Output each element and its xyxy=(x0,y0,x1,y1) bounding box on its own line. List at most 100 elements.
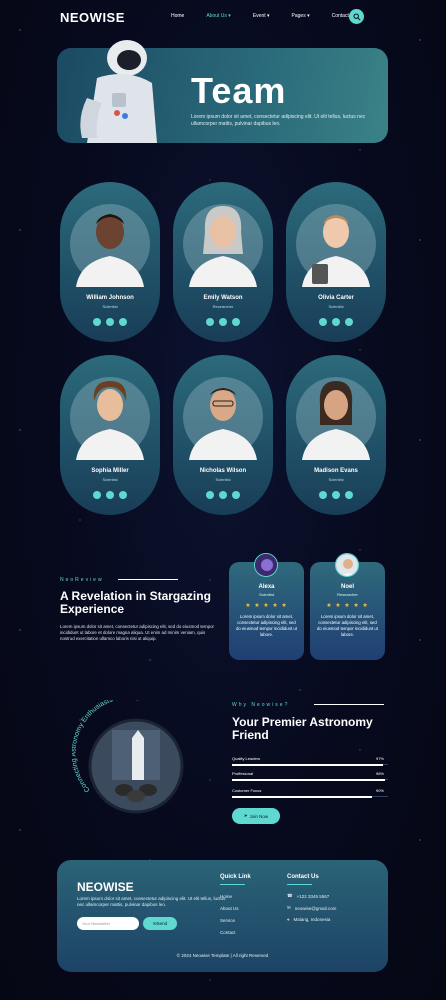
contact-location: ⌖ Malang, Indonesia xyxy=(287,917,331,922)
team-card: Nicholas Wilson Scientist xyxy=(173,355,273,515)
progress-bar xyxy=(232,763,384,766)
twitter-icon[interactable] xyxy=(332,318,340,326)
team-card: Olivia Carter Scientist xyxy=(286,182,386,342)
join-now-button[interactable]: ➤ Join Now xyxy=(232,808,280,824)
search-button[interactable] xyxy=(349,9,364,24)
progress-label: Proffesional xyxy=(232,771,254,776)
hero-description: Lorem ipsum dolor sit amet, consectetur … xyxy=(191,114,366,127)
footer-link-service[interactable]: Service xyxy=(220,918,235,923)
hero-banner: Team Lorem ipsum dolor sit amet, consect… xyxy=(57,40,388,143)
contact-phone[interactable]: ☎ +122 3345 5567 xyxy=(287,893,329,899)
social-links xyxy=(286,491,386,499)
facebook-icon[interactable] xyxy=(93,491,101,499)
newsletter-input[interactable]: Your Newsletter xyxy=(77,917,139,930)
top-navbar: NEOWISE Home About Us ▾ Event ▾ Pages ▾ … xyxy=(0,0,446,34)
footer-logo[interactable]: NEOWISE xyxy=(77,880,134,894)
quick-link-heading: Quick Link xyxy=(220,874,251,880)
why-title: Your Premier Astronomy Friend xyxy=(232,715,373,742)
facebook-icon[interactable] xyxy=(319,318,327,326)
instagram-icon[interactable] xyxy=(232,318,240,326)
join-now-label: Join Now xyxy=(249,813,269,819)
send-button[interactable]: ✉ Send xyxy=(143,917,177,930)
review-text: Lorem ipsum dolor sit amet, consectetur … xyxy=(60,624,214,641)
location-icon: ⌖ xyxy=(287,917,290,922)
instagram-icon[interactable] xyxy=(345,318,353,326)
team-photo xyxy=(70,377,150,460)
member-name: Olivia Carter xyxy=(318,295,354,301)
review-title: A Revelation in Stargazing Experience xyxy=(60,589,211,616)
page-title: Team xyxy=(191,70,287,111)
nav-item-home[interactable]: Home xyxy=(171,13,184,19)
contact-email[interactable]: ✉ neowise@gmail.com xyxy=(287,905,336,911)
nav-item-about[interactable]: About Us ▾ xyxy=(206,13,230,19)
member-name: Madison Evans xyxy=(314,468,358,474)
team-photo xyxy=(296,204,376,287)
member-name: Nicholas Wilson xyxy=(199,468,247,474)
tag-divider xyxy=(314,704,384,705)
progress-bar xyxy=(232,778,385,781)
twitter-icon[interactable] xyxy=(219,318,227,326)
member-name: William Johnson xyxy=(86,295,134,301)
facebook-icon[interactable] xyxy=(206,318,214,326)
reviewer-name: Noel xyxy=(340,584,354,590)
team-photo xyxy=(183,377,263,460)
team-photo xyxy=(70,204,150,287)
send-label: Send xyxy=(156,921,168,926)
instagram-icon[interactable] xyxy=(345,491,353,499)
mail-icon: ✉ xyxy=(287,905,291,910)
reviewer-name: Alexa xyxy=(258,584,275,590)
heading-underline xyxy=(287,884,312,885)
member-role: Scientist xyxy=(215,477,231,482)
nav-links: Home About Us ▾ Event ▾ Pages ▾ Contact … xyxy=(171,13,378,19)
facebook-icon[interactable] xyxy=(93,318,101,326)
phone-icon: ☎ xyxy=(287,893,293,898)
twitter-icon[interactable] xyxy=(106,318,114,326)
instagram-icon[interactable] xyxy=(119,491,127,499)
member-name: Sophia Miller xyxy=(91,468,129,474)
astronaut-image xyxy=(80,40,157,143)
section-tag: Why Neowise? xyxy=(232,702,290,708)
nav-item-pages[interactable]: Pages ▾ xyxy=(292,13,310,19)
footer: NEOWISE Lorem ipsum dolor sit amet, cons… xyxy=(57,860,388,972)
facebook-icon[interactable] xyxy=(206,491,214,499)
footer-link-home[interactable]: Home xyxy=(220,894,232,899)
footer-link-about[interactable]: About Us xyxy=(220,906,239,911)
progress-value: 90% xyxy=(375,788,384,793)
instagram-icon[interactable] xyxy=(119,318,127,326)
contact-heading: Contact Us xyxy=(287,874,319,880)
section-tag: NeoReview xyxy=(60,577,104,583)
twitter-icon[interactable] xyxy=(332,491,340,499)
social-links xyxy=(60,318,160,326)
reviewer-role: Researcher xyxy=(337,592,358,597)
team-card: Emily Watson Researcher xyxy=(173,182,273,342)
send-icon: ➤ xyxy=(243,813,248,818)
member-role: Researcher xyxy=(212,304,234,309)
instagram-icon[interactable] xyxy=(232,491,240,499)
review-card: Noel Researcher ★ ★ ★ ★ ★ Lorem ipsum do… xyxy=(310,553,385,660)
progress-label: Customer Focus xyxy=(232,788,262,793)
brand-logo[interactable]: NEOWISE xyxy=(60,10,125,25)
team-photo xyxy=(183,204,263,287)
member-name: Emily Watson xyxy=(203,295,243,301)
progress-value: 97% xyxy=(375,756,384,761)
footer-link-contact[interactable]: Contact xyxy=(220,930,236,935)
team-card: Sophia Miller Scientist xyxy=(60,355,160,515)
team-photo xyxy=(296,377,376,460)
search-icon xyxy=(352,12,361,21)
footer-description: Lorem ipsum dolor sit amet, consectetur … xyxy=(77,896,226,907)
nav-item-event[interactable]: Event ▾ xyxy=(253,13,270,19)
avatar xyxy=(254,553,278,577)
review-card: Alexa Scientist ★ ★ ★ ★ ★ Lorem ipsum do… xyxy=(229,553,304,660)
progress-label: Quality Leaders xyxy=(232,756,261,761)
social-links xyxy=(173,318,273,326)
facebook-icon[interactable] xyxy=(319,491,327,499)
star-rating: ★ ★ ★ ★ ★ xyxy=(326,603,369,609)
rocket-image: Connecting Astronomy Enthusiasts Globall… xyxy=(70,693,184,814)
member-role: Scientist xyxy=(328,304,344,309)
social-links xyxy=(286,318,386,326)
twitter-icon[interactable] xyxy=(219,491,227,499)
review-quote: Lorem ipsum dolor sit amet, consectetur … xyxy=(317,614,378,637)
progress-value: 98% xyxy=(375,771,384,776)
twitter-icon[interactable] xyxy=(106,491,114,499)
member-role: Scientist xyxy=(102,304,118,309)
